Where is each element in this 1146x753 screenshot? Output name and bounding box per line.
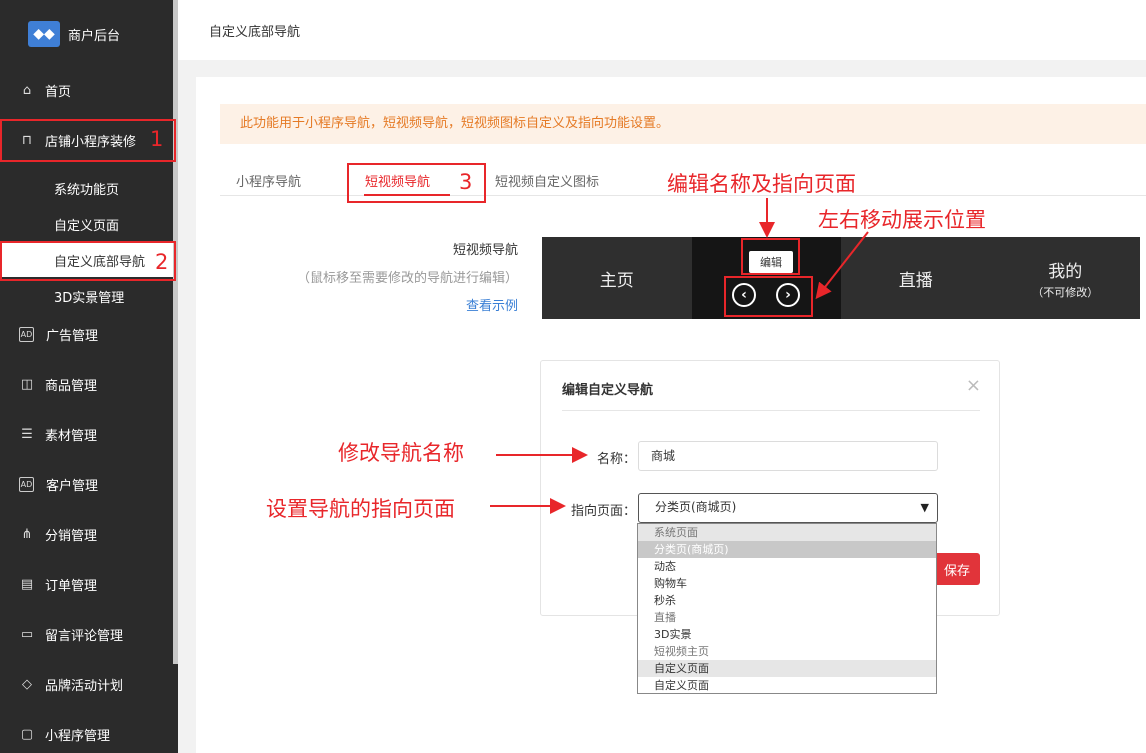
- sidebar-item-label: 广告管理: [46, 328, 99, 344]
- page-title: 自定义底部导航: [209, 25, 301, 40]
- sidebar: ◆◆ 商户后台 ⌂ 首页 ⊓ 店铺小程序装修 系统功能页 自定义页面 自定义底部…: [0, 0, 178, 753]
- dropdown-option[interactable]: 3D实景: [638, 626, 936, 643]
- network-icon: ⋔: [21, 526, 33, 542]
- tab-video-icons[interactable]: 短视频自定义图标: [495, 171, 599, 190]
- nav-cell-label: 主页: [599, 270, 634, 291]
- video-nav-hint: （鼠标移至需要修改的导航进行编辑）: [296, 271, 518, 286]
- sidebar-item-customers[interactable]: AD 客户管理: [0, 464, 178, 504]
- name-field-label: 名称：: [596, 452, 636, 467]
- sidebar-item-label: 留言评论管理: [45, 628, 124, 644]
- page-header: 自定义底部导航: [178, 0, 1146, 60]
- sidebar-subitem-system-pages[interactable]: 系统功能页: [0, 171, 178, 205]
- dropdown-option-selected[interactable]: 分类页(商城页): [638, 541, 936, 558]
- sidebar-subitem-label: 自定义页面: [54, 218, 120, 234]
- sidebar-item-distribution[interactable]: ⋔ 分销管理: [0, 514, 178, 554]
- sidebar-item-label: 分销管理: [45, 528, 98, 544]
- target-field-label: 指向页面：: [570, 504, 636, 519]
- dropdown-option[interactable]: 系统页面: [638, 524, 936, 541]
- annotation-move: 左右移动展示位置: [818, 208, 986, 232]
- brand-name: 商户后台: [68, 28, 121, 44]
- tag-icon: ◇: [22, 676, 32, 692]
- nav-cell-mine: 我的 （不可修改）: [991, 237, 1141, 319]
- close-icon[interactable]: ×: [966, 375, 981, 396]
- sidebar-item-label: 商品管理: [45, 378, 98, 394]
- sidebar-item-orders[interactable]: ▤ 订单管理: [0, 564, 178, 604]
- bag-icon: ◫: [20, 376, 34, 392]
- sidebar-item-comments[interactable]: ▭ 留言评论管理: [0, 614, 178, 654]
- notice-banner: 此功能用于小程序导航，短视频导航，短视频图标自定义及指向功能设置。: [220, 104, 1146, 144]
- ad-icon: AD: [19, 476, 34, 492]
- annotation-modify-name: 修改导航名称: [338, 441, 464, 465]
- nav-cell-live[interactable]: 直播: [841, 237, 991, 319]
- sidebar-item-ads[interactable]: AD 广告管理: [0, 314, 178, 354]
- sidebar-item-label: 素材管理: [45, 428, 98, 444]
- sidebar-item-label: 品牌活动计划: [45, 678, 124, 694]
- annotation-box-arrows: [724, 276, 813, 317]
- sidebar-item-materials[interactable]: ☰ 素材管理: [0, 414, 178, 454]
- dropdown-option[interactable]: 短视频主页: [638, 643, 936, 660]
- sidebar-item-label: 客户管理: [46, 478, 99, 494]
- annotation-box-2: [0, 241, 176, 281]
- sidebar-item-label: 订单管理: [45, 578, 98, 594]
- nav-cell-sublabel: （不可修改）: [1032, 285, 1099, 299]
- target-page-select[interactable]: 分类页(商城页) ▼: [638, 493, 938, 523]
- miniapp-icon: ▢: [20, 726, 34, 742]
- sidebar-item-products[interactable]: ◫ 商品管理: [0, 364, 178, 404]
- target-page-dropdown: 系统页面 分类页(商城页) 动态 购物车 秒杀 直播 3D实景 短视频主页 自定…: [637, 523, 937, 694]
- clipboard-icon: ▤: [20, 576, 34, 592]
- sidebar-subitem-label: 3D实景管理: [54, 290, 125, 306]
- name-input[interactable]: 商城: [638, 441, 938, 471]
- annotation-number-1: 1: [150, 127, 164, 151]
- document-icon: ☰: [21, 426, 33, 442]
- home-icon: ⌂: [22, 82, 32, 98]
- sidebar-item-miniapp[interactable]: ▢ 小程序管理: [0, 714, 178, 753]
- video-nav-preview: 主页 直播 我的 （不可修改）: [542, 237, 1140, 319]
- ad-icon: AD: [19, 326, 34, 342]
- view-example-link[interactable]: 查看示例: [466, 295, 518, 314]
- comment-icon: ▭: [20, 626, 34, 642]
- logo-icon: ◆◆: [28, 21, 60, 47]
- nav-cell-label: 直播: [898, 270, 933, 291]
- dropdown-option[interactable]: 直播: [638, 609, 936, 626]
- annotation-number-3: 3: [459, 170, 473, 194]
- sidebar-subitem-3d-scene[interactable]: 3D实景管理: [0, 279, 178, 313]
- dropdown-option[interactable]: 秒杀: [638, 592, 936, 609]
- modal-title: 编辑自定义导航: [562, 383, 654, 398]
- save-button-label: 保存: [943, 563, 970, 579]
- nav-cell-home[interactable]: 主页: [542, 237, 692, 319]
- dropdown-option[interactable]: 自定义页面: [638, 677, 936, 694]
- dropdown-option[interactable]: 动态: [638, 558, 936, 575]
- dropdown-option[interactable]: 购物车: [638, 575, 936, 592]
- sidebar-subitem-label: 系统功能页: [54, 182, 120, 198]
- sidebar-item-home[interactable]: ⌂ 首页: [0, 70, 178, 110]
- annotation-edit-name: 编辑名称及指向页面: [667, 172, 856, 196]
- sidebar-subitem-custom-pages[interactable]: 自定义页面: [0, 207, 178, 241]
- nav-cell-label: 我的: [1048, 261, 1083, 282]
- modal-divider: [562, 410, 980, 411]
- dropdown-option[interactable]: 自定义页面: [638, 660, 936, 677]
- target-page-value: 分类页(商城页): [655, 500, 737, 514]
- sidebar-item-label: 首页: [45, 84, 72, 100]
- sidebar-item-label: 小程序管理: [45, 728, 111, 744]
- annotation-number-2: 2: [155, 250, 169, 274]
- annotation-box-edit: [741, 238, 800, 275]
- brand[interactable]: ◆◆ 商户后台: [0, 0, 178, 68]
- video-nav-label: 短视频导航: [452, 243, 518, 258]
- chevron-down-icon: ▼: [920, 501, 929, 514]
- sidebar-item-brand-campaign[interactable]: ◇ 品牌活动计划: [0, 664, 178, 704]
- annotation-set-target: 设置导航的指向页面: [266, 497, 455, 521]
- sidebar-scrollbar[interactable]: [173, 0, 178, 664]
- tab-miniapp-nav[interactable]: 小程序导航: [236, 171, 301, 190]
